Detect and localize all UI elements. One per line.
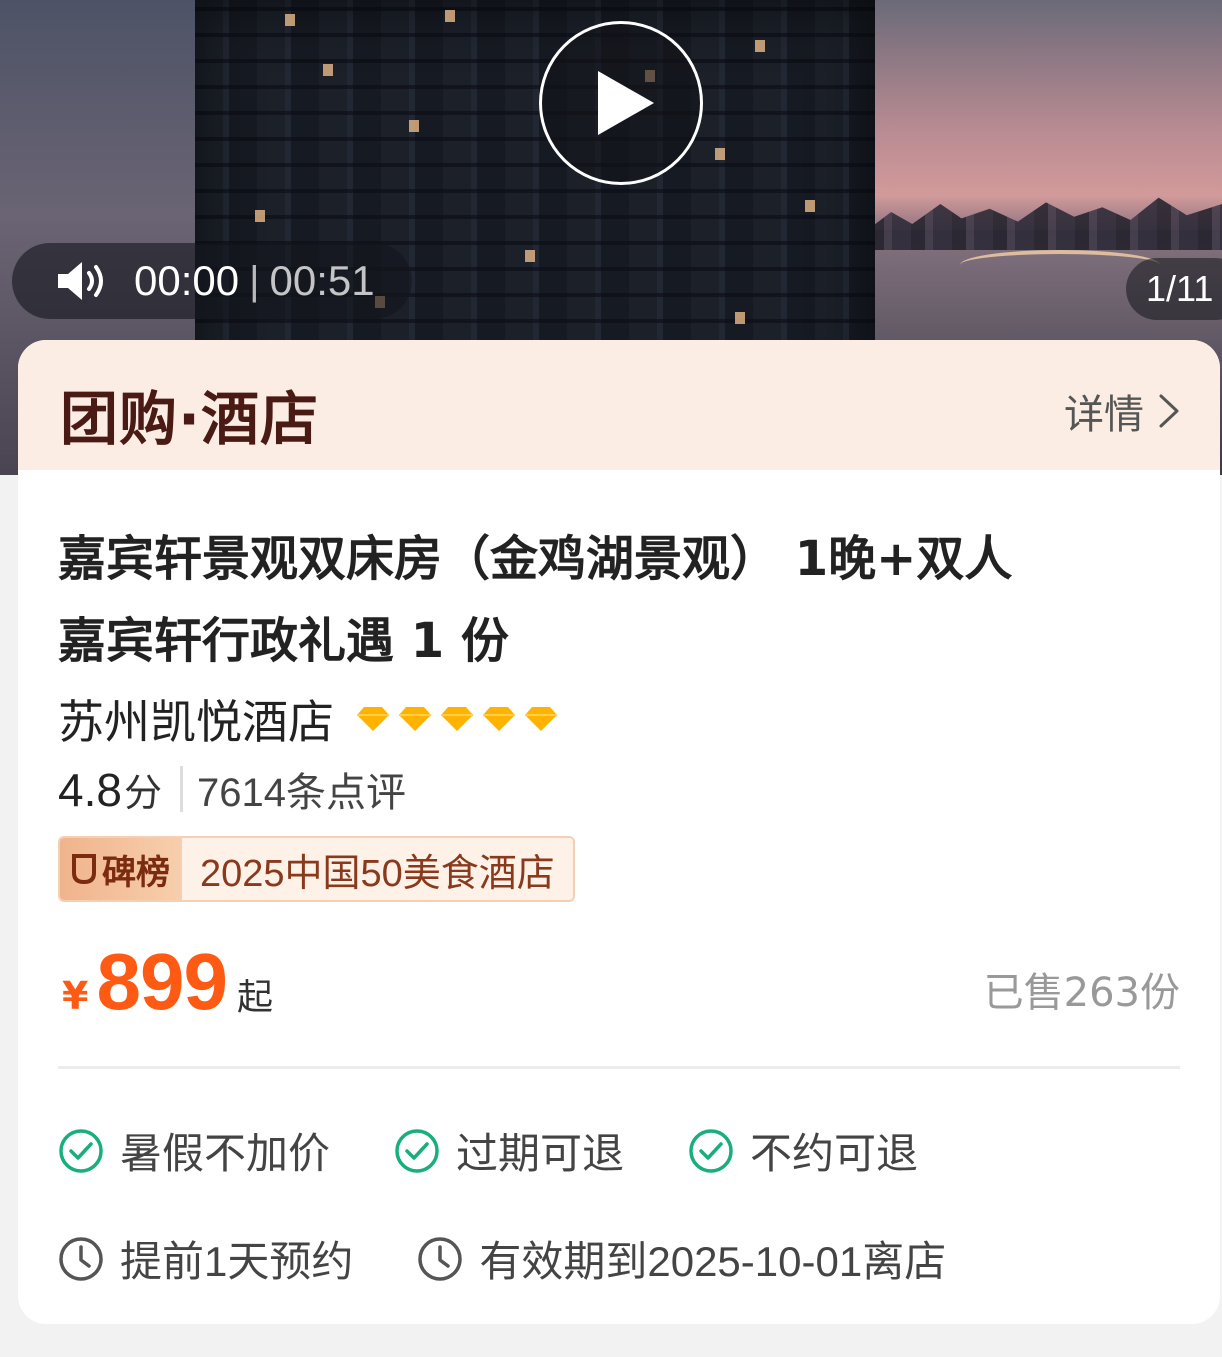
ranking-text: 2025中国50美食酒店: [182, 838, 573, 900]
chevron-right-icon: [1158, 393, 1180, 429]
diamond-icon: [482, 706, 516, 732]
ranking-icon: [70, 853, 98, 885]
rating-divider: [179, 766, 183, 812]
feature-item: 暑假不加价: [58, 1120, 330, 1181]
feature-list: 暑假不加价 过期可退 不约可退: [58, 1120, 982, 1181]
price-suffix: 起: [236, 977, 273, 1018]
ranking-label: 碑榜: [60, 838, 182, 900]
diamond-icon: [524, 706, 558, 732]
booking-info-list: 提前1天预约 有效期到2025-10-01离店: [58, 1228, 1010, 1289]
current-time: 00:00: [134, 257, 240, 304]
product-card: 团购·酒店 详情 嘉宾轩景观双床房（金鸡湖景观） 1晚+双人 嘉宾轩行政礼遇 1…: [18, 340, 1220, 1324]
price-row: ¥ 899 起: [62, 936, 273, 1028]
ranking-label-text: 碑榜: [102, 852, 170, 893]
play-icon: [598, 71, 654, 135]
feature-label: 过期可退: [456, 1129, 625, 1178]
diamond-icon: [398, 706, 432, 732]
booking-info-item: 提前1天预约: [58, 1228, 353, 1289]
media-counter: 1/11: [1126, 258, 1222, 320]
card-header: 团购·酒店 详情: [18, 340, 1220, 470]
product-title-line1: 嘉宾轩景观双床房（金鸡湖景观） 1晚+双人: [58, 531, 1013, 587]
product-title: 嘉宾轩景观双床房（金鸡湖景观） 1晚+双人 嘉宾轩行政礼遇 1 份: [58, 518, 1178, 682]
diamond-icon: [356, 706, 390, 732]
feature-label: 不约可退: [750, 1129, 919, 1178]
check-circle-icon: [688, 1128, 734, 1174]
speaker-icon[interactable]: [56, 259, 108, 303]
ranking-badge[interactable]: 碑榜 2025中国50美食酒店: [58, 836, 575, 902]
booking-info-item: 有效期到2025-10-01离店: [417, 1228, 946, 1289]
clock-icon: [58, 1236, 104, 1282]
hotel-row[interactable]: 苏州凯悦酒店: [58, 686, 558, 752]
audio-time-bar[interactable]: 00:00 | 00:51: [12, 243, 412, 319]
currency-symbol: ¥: [62, 974, 89, 1018]
clock-icon: [417, 1236, 463, 1282]
check-circle-icon: [58, 1128, 104, 1174]
feature-label: 暑假不加价: [120, 1129, 331, 1178]
video-duration: 00:51: [269, 257, 375, 304]
price-value: 899: [96, 937, 227, 1026]
video-background-sky: [870, 0, 1222, 230]
check-circle-icon: [394, 1128, 440, 1174]
details-link[interactable]: 详情: [1064, 382, 1180, 440]
sold-count: 已售263份: [983, 970, 1180, 1016]
review-count[interactable]: 7614条点评: [197, 760, 406, 818]
brand-title: 团购·酒店: [60, 385, 320, 453]
details-label: 详情: [1064, 392, 1144, 438]
hotel-name[interactable]: 苏州凯悦酒店: [58, 686, 334, 752]
play-button[interactable]: [539, 21, 703, 185]
diamond-rating: [356, 706, 558, 732]
diamond-icon: [440, 706, 474, 732]
booking-info-label: 有效期到2025-10-01离店: [479, 1238, 947, 1285]
feature-item: 不约可退: [688, 1120, 918, 1181]
section-divider: [58, 1066, 1180, 1069]
rating-row[interactable]: 4.8 分 7614条点评: [58, 760, 406, 818]
rating-score: 4.8: [58, 764, 122, 816]
time-separator: |: [249, 258, 260, 303]
booking-info-label: 提前1天预约: [120, 1238, 354, 1285]
rating-unit: 分: [123, 771, 162, 815]
product-title-line2: 嘉宾轩行政礼遇 1 份: [58, 613, 509, 669]
feature-item: 过期可退: [394, 1120, 624, 1181]
